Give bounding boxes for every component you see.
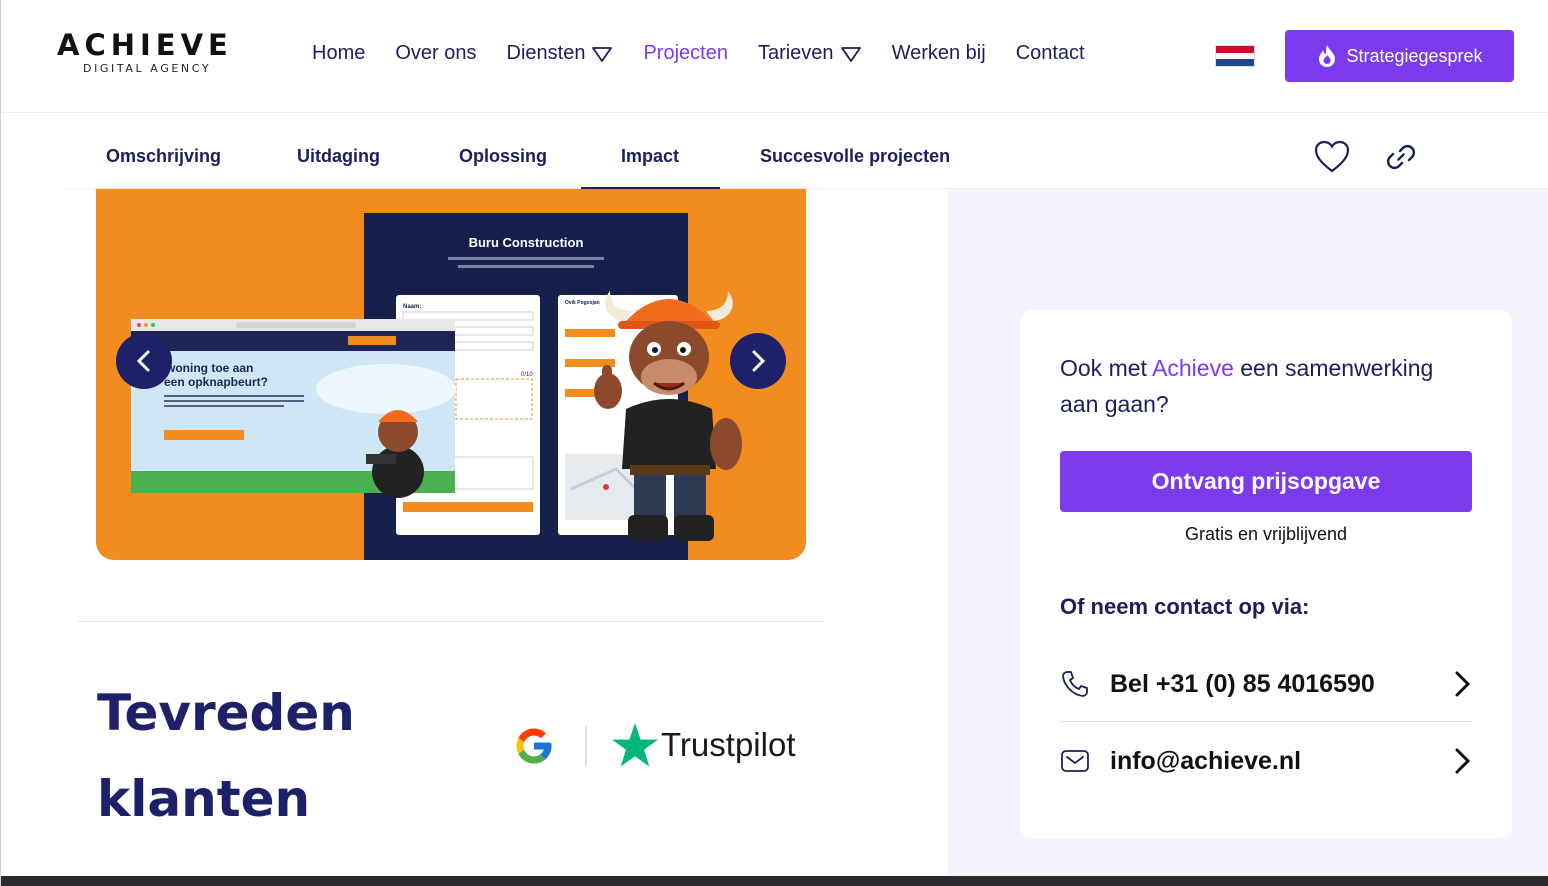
quote-subtext: Gratis en vrijblijvend [1184,524,1348,544]
section-divider [78,621,824,622]
phone-number: Bel +31 (0) 85 4016590 [1110,669,1375,698]
chevron-left-icon [136,350,150,372]
chevron-right-icon [1455,748,1471,774]
nav-label: Contact [1015,42,1085,64]
bottom-bar [1,876,1548,886]
trustpilot-wordmark: Trustpilot [661,726,796,763]
nav-item-tarieven[interactable]: Tarieven [758,42,862,65]
nav-label: Projecten [643,42,728,64]
tab-succesvolle-projecten[interactable]: Succesvolle projecten [760,146,950,167]
star-icon [612,723,658,767]
link-icon[interactable] [1386,142,1416,172]
main-nav: Home Over ons Diensten Projecten Tarieve… [312,42,1115,65]
logo-separator [585,726,587,766]
contact-divider [1060,721,1472,722]
chevron-down-icon [840,46,861,62]
chevron-down-icon [592,46,613,62]
mockup-form-label: Naam: [403,304,421,310]
logo-tagline: DIGITAL AGENCY [83,62,212,75]
nav-item-over-ons[interactable]: Over ons [395,42,476,65]
tab-oplossing[interactable]: Oplossing [459,146,547,167]
nav-item-werken-bij[interactable]: Werken bij [892,42,986,65]
mockup-counter: 0/10 [521,372,533,378]
mockup-company: Buru Construction [469,235,584,250]
nav-label: Home [312,42,366,64]
nav-item-diensten[interactable]: Diensten [507,42,614,65]
project-carousel-slide: Buru Construction Naam: 0/10 Ovik Pogosj… [96,189,806,560]
chevron-right-icon [1455,671,1471,697]
nav-label: Tarieven [757,42,834,64]
google-logo[interactable] [513,724,555,768]
reviews-title-line: klanten [97,770,311,828]
nav-label: Werken bij [891,42,986,64]
carousel-next-button[interactable] [730,333,786,389]
mail-icon [1061,750,1089,772]
carousel-prev-button[interactable] [116,333,172,389]
email-link[interactable]: info@achieve.nl [1060,729,1472,793]
nav-label: Over ons [395,42,477,64]
mockup-person: Ovik Pogosjan [565,300,600,306]
reviews-title-line: Tevreden [97,684,355,742]
tab-uitdaging[interactable]: Uitdaging [297,146,380,167]
heart-icon[interactable] [1314,140,1350,174]
tab-impact[interactable]: Impact [621,146,679,167]
card-heading: Ook met Achieve een samenwerking aan gaa… [1060,350,1470,422]
strategiegesprek-button[interactable]: Strategiegesprek [1285,30,1514,82]
ontvang-prijsopgave-button[interactable]: Ontvang prijsopgave [1060,451,1472,512]
trustpilot-logo[interactable]: Trustpilot [611,722,795,768]
heading-accent: Achieve [1152,355,1234,381]
nav-item-projecten[interactable]: Projecten [643,42,728,65]
phone-icon [1062,671,1088,697]
project-tabs: Omschrijving Uitdaging Oplossing Impact … [65,124,1548,189]
logo-title: ACHIEVE [57,28,233,62]
reviews-title: Tevreden klanten [97,670,355,842]
phone-link[interactable]: Bel +31 (0) 85 4016590 [1060,652,1472,716]
cta-label: Strategiegesprek [1346,45,1483,66]
nav-item-contact[interactable]: Contact [1016,42,1085,65]
email-address: info@achieve.nl [1110,746,1302,775]
tab-omschrijving[interactable]: Omschrijving [106,146,221,167]
chevron-right-icon [752,350,766,372]
site-header: ACHIEVE DIGITAL AGENCY Home Over ons Die… [1,0,1548,113]
flame-icon [1319,45,1336,67]
netherlands-flag-icon[interactable] [1215,45,1255,67]
page: ACHIEVE DIGITAL AGENCY Home Over ons Die… [0,0,1548,886]
nav-item-home[interactable]: Home [312,42,365,65]
logo[interactable]: ACHIEVE DIGITAL AGENCY [57,30,247,75]
contact-heading: Of neem contact op via: [1060,594,1310,619]
heading-text: Ook met [1060,355,1153,381]
contact-card: Ook met Achieve een samenwerking aan gaa… [1020,310,1512,838]
mockup-hero-line2: een opknapbeurt? [164,375,268,389]
project-mockup-image: Buru Construction Naam: 0/10 Ovik Pogosj… [131,213,742,560]
nav-label: Diensten [506,42,586,64]
